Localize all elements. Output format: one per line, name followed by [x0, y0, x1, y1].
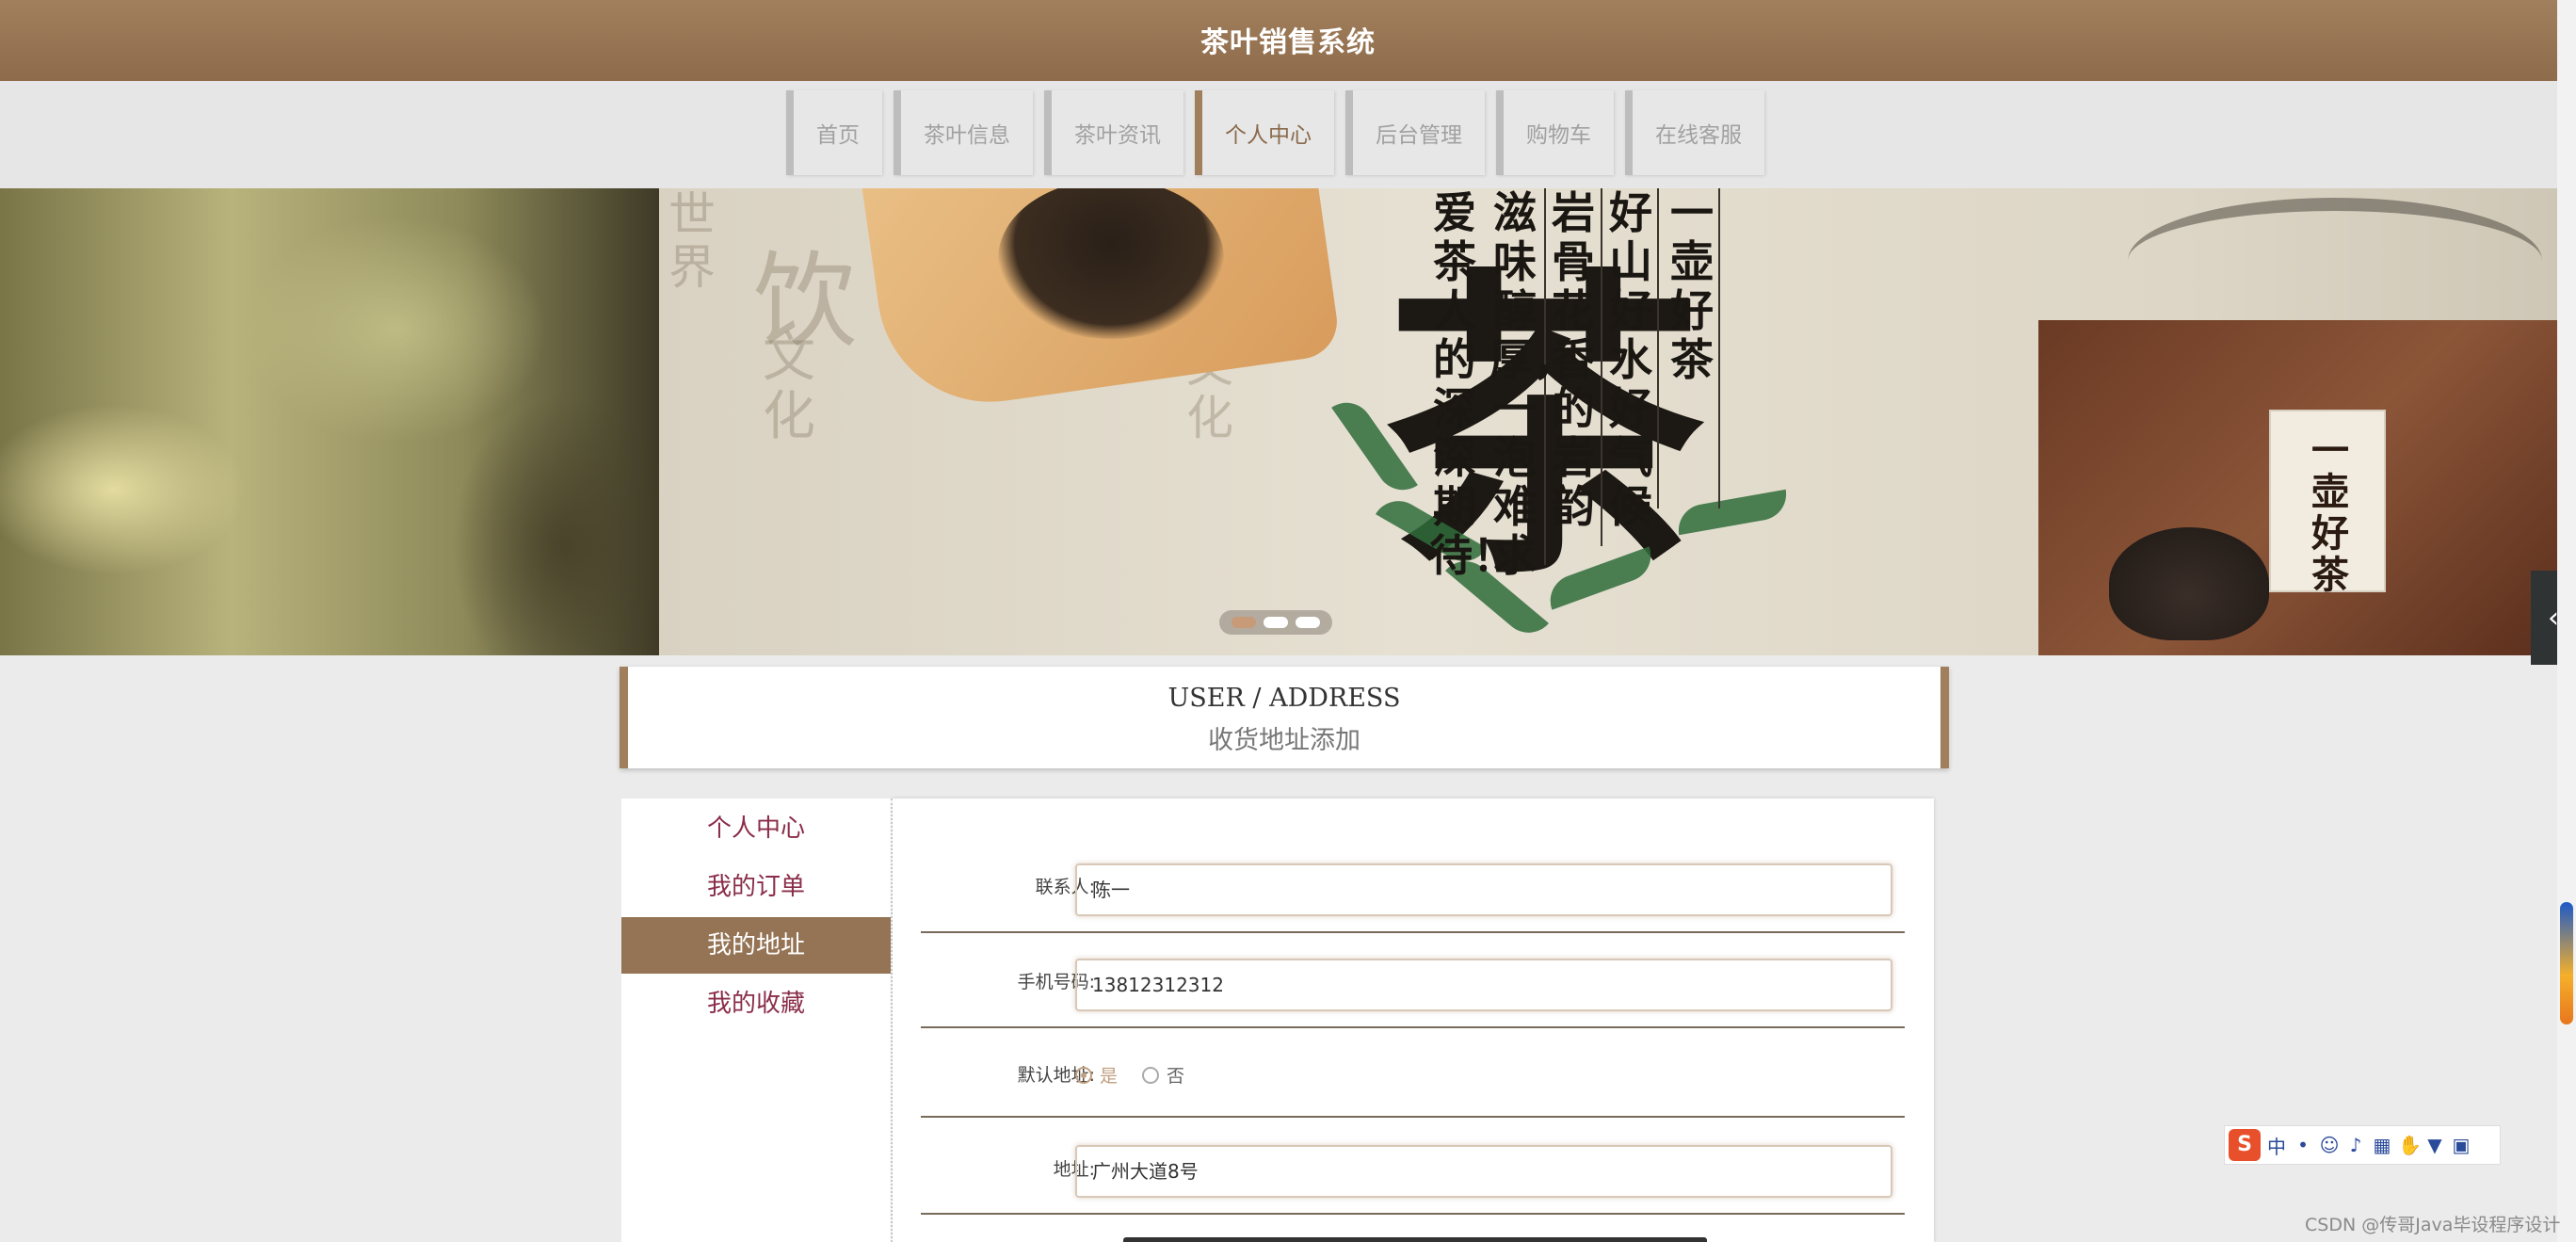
nav-item-cart[interactable]: 购物车: [1496, 90, 1614, 175]
nav-item-tea-info[interactable]: 茶叶信息: [894, 90, 1033, 175]
address-form: 联系人: 陈一 手机号码: 13812312312 默认地址: 是 否 地址: …: [893, 798, 1934, 1242]
phone-label: 手机号码:: [1017, 972, 1095, 992]
default-yes-radio[interactable]: [1075, 1066, 1092, 1084]
app-title: 茶叶销售系统: [1200, 26, 1376, 59]
banner-carousel[interactable]: 饮 文化 世界 文化 茶 一壶好茶 好山好水好气候 岩骨花香的岩韵 滋味醇厚，一…: [0, 188, 2557, 655]
skin-icon[interactable]: ▼: [2424, 1134, 2445, 1156]
banner-flower-image: [0, 188, 659, 655]
section-header: USER / ADDRESS 收货地址添加: [620, 667, 1949, 768]
section-title-zh: 收货地址添加: [1208, 726, 1360, 755]
keyboard-icon[interactable]: ▦: [2372, 1134, 2392, 1156]
banner-tea-image: 饮 文化 世界 文化 茶 一壶好茶 好山好水好气候 岩骨花香的岩韵 滋味醇厚，一…: [659, 188, 2557, 655]
teapot: [2109, 527, 2269, 640]
banner-column-4: 滋味醇厚，一泡难求: [1489, 188, 1576, 581]
emoji-icon[interactable]: ☺: [2319, 1134, 2340, 1156]
mic-icon[interactable]: ♪: [2345, 1134, 2366, 1156]
app-header: 茶叶销售系统: [0, 0, 2576, 81]
default-address-radio-group: 是 否: [1075, 1062, 1184, 1088]
banner-column-2: 好山好水好气候: [1609, 188, 1652, 532]
scrollbar-thumb[interactable]: [2560, 902, 2573, 1024]
default-yes-label[interactable]: 是: [1100, 1062, 1118, 1088]
sidebar-item-my-orders[interactable]: 我的订单: [621, 859, 891, 915]
nav-item-home[interactable]: 首页: [786, 90, 882, 175]
contact-field[interactable]: 陈一: [1075, 863, 1892, 916]
pavilion-roof: [2128, 198, 2542, 324]
carousel-indicators: [1219, 610, 1332, 635]
nav-item-tea-news[interactable]: 茶叶资讯: [1044, 90, 1183, 175]
sidebar-item-my-address[interactable]: 我的地址: [621, 917, 891, 974]
ime-mode[interactable]: 中: [2266, 1132, 2287, 1159]
nav-item-online-service[interactable]: 在线客服: [1625, 90, 1764, 175]
contact-label: 联系人:: [1035, 877, 1095, 897]
punctuation-icon[interactable]: •: [2293, 1134, 2313, 1156]
sidebar-item-personal-center[interactable]: 个人中心: [621, 800, 891, 857]
banner-column-1: 一壶好茶: [1670, 188, 1714, 385]
phone-field[interactable]: 13812312312: [1075, 959, 1892, 1011]
user-sidebar: 个人中心 我的订单 我的地址 我的收藏: [621, 798, 893, 1242]
ime-toolbar[interactable]: S 中 • ☺ ♪ ▦ ✋ ▼ ▣: [2224, 1125, 2501, 1165]
carousel-dot[interactable]: [1296, 617, 1320, 628]
carousel-dot[interactable]: [1232, 617, 1256, 628]
divider: [921, 1213, 1905, 1215]
default-address-label: 默认地址:: [1017, 1065, 1095, 1086]
default-no-label[interactable]: 否: [1167, 1062, 1184, 1088]
page-scrollbar[interactable]: [2557, 0, 2576, 1242]
address-field[interactable]: 广州大道8号: [1075, 1145, 1892, 1198]
watermark: CSDN @传哥Java毕设程序设计: [2305, 1215, 2561, 1235]
section-title-en: USER / ADDRESS: [1167, 684, 1401, 713]
submit-button[interactable]: [1123, 1237, 1707, 1242]
divider: [921, 1116, 1905, 1118]
divider: [921, 1026, 1905, 1028]
banner-column-5: 爱茶人的深深期待！: [1429, 188, 1516, 581]
ime-logo-icon[interactable]: S: [2229, 1129, 2261, 1161]
nav-item-admin[interactable]: 后台管理: [1345, 90, 1485, 175]
nav-item-personal-center[interactable]: 个人中心: [1195, 90, 1334, 175]
grid-icon[interactable]: ▣: [2451, 1134, 2471, 1156]
address-label: 地址:: [1053, 1159, 1095, 1180]
hand-icon[interactable]: ✋: [2398, 1134, 2422, 1156]
tea-label: 一壶好茶: [2269, 410, 2386, 596]
divider: [921, 931, 1905, 933]
default-no-radio[interactable]: [1142, 1066, 1160, 1084]
main-nav: 首页 茶叶信息 茶叶资讯 个人中心 后台管理 购物车 在线客服: [0, 81, 2557, 188]
carousel-dot[interactable]: [1264, 617, 1288, 628]
sidebar-item-my-favorites[interactable]: 我的收藏: [621, 976, 891, 1032]
